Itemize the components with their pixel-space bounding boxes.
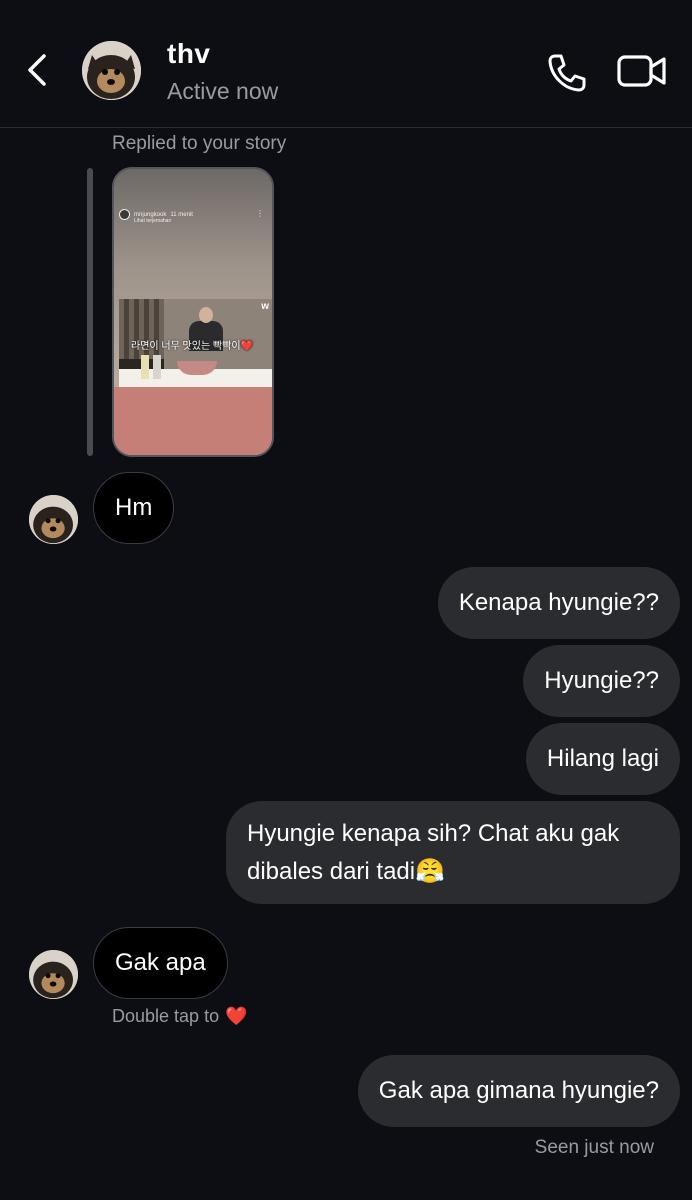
voice-call-button[interactable] [546, 52, 588, 94]
message-bubble-outgoing[interactable]: Kenapa hyungie?? [437, 567, 680, 639]
contact-avatar[interactable] [82, 41, 141, 100]
story-username: mnjungkook [134, 211, 167, 218]
message-bubble-outgoing[interactable]: Hyungie kenapa sih? Chat aku gak dibales… [226, 801, 680, 904]
chevron-left-icon [28, 54, 46, 86]
message-bubble-incoming[interactable]: Hm [93, 472, 175, 544]
story-user-avatar [119, 209, 130, 220]
heart-icon: ❤️ [225, 1006, 248, 1026]
story-video-frame: 라면이 너무 맛있는 빡빡이❤️ w [119, 299, 272, 387]
story-time: 11 menit [170, 211, 193, 218]
story-bottom-area [114, 387, 272, 455]
double-tap-label: Double tap to [112, 1006, 220, 1026]
more-icon: ⋮ [256, 209, 264, 218]
video-call-button[interactable] [616, 52, 668, 90]
story-watermark: w [261, 301, 269, 312]
message-bubble-outgoing[interactable]: Gak apa gimana hyungie? [357, 1055, 680, 1127]
active-status: Active now [167, 78, 279, 104]
reply-indicator-line [87, 168, 93, 456]
seen-status: Seen just now [534, 1137, 654, 1158]
message-bubble-incoming[interactable]: Gak apa [93, 927, 228, 999]
double-tap-hint: Double tap to ❤️ [112, 1006, 248, 1027]
story-translate-link: Lihat terjemahan [134, 218, 172, 224]
video-camera-icon [617, 55, 666, 87]
phone-icon [548, 54, 586, 92]
sender-avatar[interactable] [29, 495, 78, 544]
story-thumbnail[interactable]: mnjungkook 11 menit Lihat terjemahan ⋮ 라… [112, 167, 274, 457]
contact-name[interactable]: thv [167, 38, 211, 70]
back-button[interactable] [22, 50, 54, 90]
sender-avatar[interactable] [29, 950, 78, 999]
message-bubble-outgoing[interactable]: Hyungie?? [523, 645, 680, 717]
story-overlay-text: 라면이 너무 맛있는 빡빡이❤️ [131, 341, 253, 352]
chat-header: thv Active now [0, 0, 692, 128]
message-bubble-outgoing[interactable]: Hilang lagi [525, 723, 680, 795]
story-reply-caption: Replied to your story [112, 133, 287, 154]
